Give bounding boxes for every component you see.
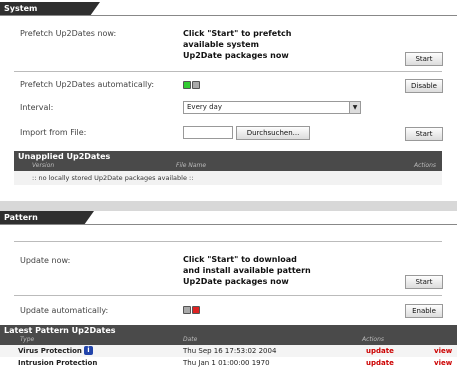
unapplied-empty-row: :: no locally stored Up2Date packages av… xyxy=(14,171,442,185)
prefetch-now-desc-line-1: Click "Start" to prefetch xyxy=(183,29,292,38)
update-link[interactable]: update xyxy=(366,357,394,369)
chevron-down-icon[interactable]: ▼ xyxy=(349,102,360,113)
column-version: Version xyxy=(32,162,55,169)
unapplied-empty-text: :: no locally stored Up2Date packages av… xyxy=(32,174,194,182)
status-led-off-icon xyxy=(183,306,191,314)
unapplied-header: Unapplied Up2Dates Version File Name Act… xyxy=(14,151,442,171)
column-actions: Actions xyxy=(362,336,385,343)
disable-button[interactable]: Disable xyxy=(405,79,443,93)
status-led-red-icon xyxy=(192,306,200,314)
update-now-desc-line-2: and install available pattern xyxy=(183,266,311,275)
prefetch-now-desc-line-2: available system xyxy=(183,40,259,49)
interval-select[interactable]: Every day ▼ xyxy=(183,101,361,114)
column-type: Type xyxy=(20,336,35,343)
column-date: Date xyxy=(183,336,198,343)
update-now-label: Update now: xyxy=(20,256,71,265)
interval-select-value: Every day xyxy=(187,103,222,111)
pattern-section-rule xyxy=(0,224,457,225)
update-link[interactable]: update xyxy=(366,345,394,357)
system-section-rule xyxy=(0,15,457,16)
column-actions: Actions xyxy=(413,162,436,169)
update-start-button[interactable]: Start xyxy=(405,275,443,289)
view-link[interactable]: view xyxy=(434,357,452,369)
row-type: Virus Protection xyxy=(18,347,82,355)
update-now-desc-line-3: Up2Date packages now xyxy=(183,277,289,286)
system-up2date-tab: System Up2Date xyxy=(0,2,100,27)
enable-button[interactable]: Enable xyxy=(405,304,443,318)
table-row: Virus Protection i Thu Sep 16 17:53:02 2… xyxy=(0,345,457,357)
update-now-desc-line-1: Click "Start" to download xyxy=(183,255,297,264)
section-gap xyxy=(0,201,457,211)
prefetch-start-button[interactable]: Start xyxy=(405,52,443,66)
row-date: Thu Jan 1 01:00:00 1970 xyxy=(183,359,270,367)
status-led-off-icon xyxy=(192,81,200,89)
view-link[interactable]: view xyxy=(434,345,452,357)
latest-pattern-title: Latest Pattern Up2Dates xyxy=(4,326,116,335)
separator xyxy=(14,241,442,242)
import-label: Import from File: xyxy=(20,128,87,137)
pattern-up2date-tab: Pattern Up2Date xyxy=(0,211,94,236)
update-auto-label: Update automatically: xyxy=(20,306,109,315)
update-now-description: Click "Start" to download and install av… xyxy=(183,254,311,287)
prefetch-now-description: Click "Start" to prefetch available syst… xyxy=(183,28,291,61)
browse-button[interactable]: Durchsuchen... xyxy=(236,126,310,140)
status-led-green-icon xyxy=(183,81,191,89)
prefetch-now-label: Prefetch Up2Dates now: xyxy=(20,29,117,38)
separator xyxy=(14,295,442,296)
info-icon[interactable]: i xyxy=(84,346,93,355)
import-start-button[interactable]: Start xyxy=(405,127,443,141)
prefetch-now-desc-line-3: Up2Date packages now xyxy=(183,51,289,60)
prefetch-auto-label: Prefetch Up2Dates automatically: xyxy=(20,80,155,89)
latest-pattern-header: Latest Pattern Up2Dates Type Date Action… xyxy=(0,325,457,345)
separator xyxy=(14,71,442,72)
table-row: Intrusion Protection Thu Jan 1 01:00:00 … xyxy=(0,357,457,369)
row-type: Intrusion Protection xyxy=(18,359,98,367)
unapplied-title: Unapplied Up2Dates xyxy=(18,152,111,161)
import-file-input[interactable] xyxy=(183,126,233,139)
row-date: Thu Sep 16 17:53:02 2004 xyxy=(183,347,277,355)
column-file-name: File Name xyxy=(176,162,207,169)
interval-label: Interval: xyxy=(20,103,54,112)
